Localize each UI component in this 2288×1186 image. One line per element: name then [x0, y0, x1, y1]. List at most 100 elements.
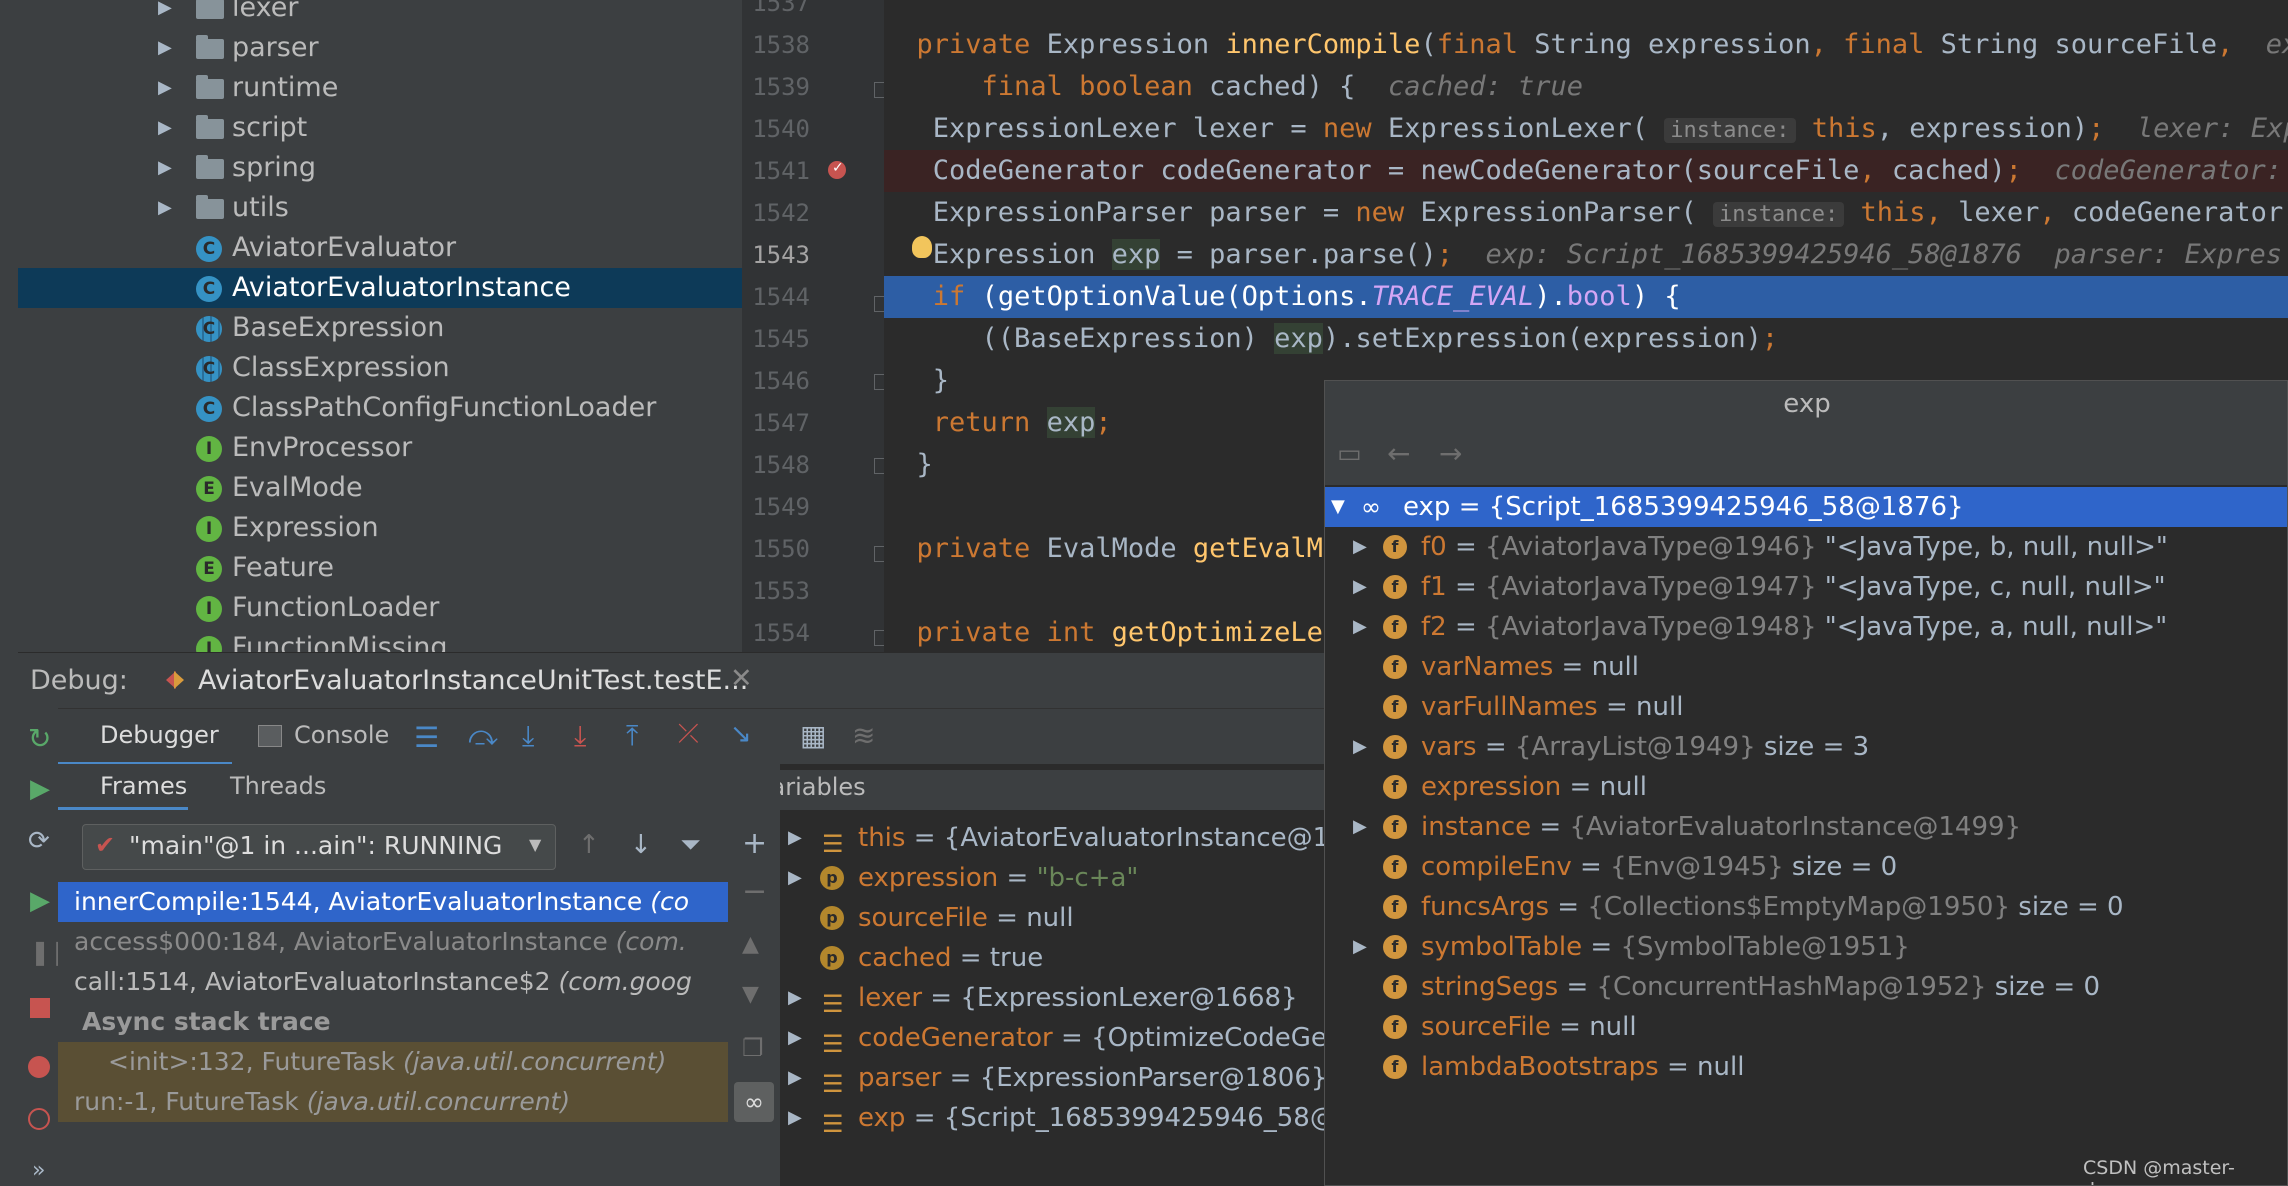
tree-item[interactable]: ▶ spring	[18, 148, 742, 188]
resume-program-icon[interactable]: ▶	[30, 886, 50, 916]
popup-field-row[interactable]: f funcsArgs = {Collections$EmptyMap@1950}…	[1325, 887, 2287, 927]
tree-item[interactable]: I Expression	[18, 508, 742, 548]
expand-arrow-icon[interactable]: ▶	[788, 1018, 802, 1058]
variable-row[interactable]: ▶ p expression = "b-c+a"	[780, 858, 1324, 898]
tree-item[interactable]: C BaseExpression	[18, 308, 742, 348]
add-watch-icon[interactable]: +	[742, 826, 767, 861]
tree-item[interactable]: I EnvProcessor	[18, 428, 742, 468]
tree-item[interactable]: E EvalMode	[18, 468, 742, 508]
expand-arrow-icon[interactable]: ▶	[158, 28, 172, 68]
move-down-icon[interactable]: ▼	[742, 982, 759, 1007]
variable-row[interactable]: ▶☰codeGenerator = {OptimizeCodeGene	[780, 1018, 1324, 1058]
drop-frame-icon[interactable]: ⤫	[678, 719, 699, 750]
filter-icon[interactable]: ⏷	[680, 830, 701, 861]
popup-field-row[interactable]: ▶ f f2 = {AviatorJavaType@1948} "<JavaType…	[1325, 607, 2287, 647]
expand-arrow-icon[interactable]: ▶	[1353, 727, 1367, 767]
tree-item[interactable]: ▶ utils	[18, 188, 742, 228]
popup-field-row[interactable]: ▶ f f1 = {AviatorJavaType@1947} "<JavaType…	[1325, 567, 2287, 607]
mute-breakpoints-icon[interactable]	[28, 1108, 50, 1130]
popup-field-row[interactable]: f stringSegs = {ConcurrentHashMap@1952} s…	[1325, 967, 2287, 1007]
back-arrow-icon[interactable]: ←	[1387, 437, 1410, 470]
popup-field-row[interactable]: f varNames = null	[1325, 647, 2287, 687]
step-into-icon[interactable]: ⤓	[522, 719, 534, 753]
layout-menu-icon[interactable]: ☰	[414, 721, 439, 754]
popup-field-row[interactable]: ▶ f instance = {AviatorEvaluatorInstance@1…	[1325, 807, 2287, 847]
tree-item[interactable]: C ClassPathConfigFunctionLoader	[18, 388, 742, 428]
thread-selector[interactable]: ✔ "main"@1 in ...ain": RUNNING ▼	[82, 824, 556, 870]
frame-row[interactable]: call:1514, AviatorEvaluatorInstance$2 (c…	[58, 962, 728, 1002]
editor-gutter[interactable]: 1537 1538 1539 1540 1541 1542 1543 1544 1545 1546…	[742, 0, 890, 652]
tree-item[interactable]: C AviatorEvaluator	[18, 228, 742, 268]
expand-arrow-icon[interactable]: ▶	[788, 1058, 802, 1098]
variable-row[interactable]: ▶ ☰ lexer = {ExpressionLexer@1668}	[780, 978, 1324, 1018]
close-tab-icon[interactable]: ✕	[730, 663, 753, 694]
run-to-cursor-icon[interactable]: ↘	[730, 719, 752, 749]
variable-row[interactable]: ▶ ☰ this = {AviatorEvaluatorInstance@149	[780, 818, 1324, 858]
popup-field-row[interactable]: f expression = null	[1325, 767, 2287, 807]
variable-row[interactable]: p cached = true	[780, 938, 1324, 978]
rerun-icon[interactable]: ↻	[28, 722, 51, 755]
tree-item[interactable]: C AviatorEvaluatorInstance	[18, 268, 742, 308]
view-breakpoints-icon[interactable]	[28, 1056, 50, 1078]
inspect-popup[interactable]: exp ▭ ← → ▼ ∞ exp = {Script_168539942594…	[1324, 380, 2288, 1186]
expand-arrow-icon[interactable]: ▶	[158, 68, 172, 108]
frame-row[interactable]: run:-1, FutureTask (java.util.concurrent…	[58, 1082, 728, 1122]
trace-icon[interactable]: ≋	[852, 719, 875, 752]
resume-debug-icon[interactable]: ▶	[30, 774, 50, 804]
popup-field-row[interactable]: ▶ f symbolTable = {SymbolTable@1951}	[1325, 927, 2287, 967]
tab-debugger[interactable]: Debugger	[58, 709, 232, 765]
next-frame-icon[interactable]: ↓	[630, 830, 652, 860]
tab-frames[interactable]: Frames	[58, 764, 188, 810]
remove-watch-icon[interactable]: −	[742, 874, 767, 909]
variable-row[interactable]: ▶ ☰ parser = {ExpressionParser@1806}	[780, 1058, 1324, 1098]
previous-frame-icon[interactable]: ↑	[578, 830, 600, 860]
forward-arrow-icon[interactable]: →	[1439, 437, 1462, 470]
expand-arrow-icon[interactable]: ▶	[788, 818, 802, 858]
expand-arrow-icon[interactable]: ▶	[158, 148, 172, 188]
popup-field-row[interactable]: f varFullNames = null	[1325, 687, 2287, 727]
expand-arrow-icon[interactable]: ▶	[788, 978, 802, 1018]
expand-arrow-icon[interactable]: ▶	[1353, 607, 1367, 647]
variable-row[interactable]: p sourceFile = null	[780, 898, 1324, 938]
move-up-icon[interactable]: ▲	[742, 932, 759, 957]
left-tool-strip[interactable]	[0, 0, 19, 1186]
restore-layout-icon[interactable]: ⟳	[28, 826, 50, 856]
popup-field-row[interactable]: ▶ f f0 = {AviatorJavaType@1946} "<JavaType…	[1325, 527, 2287, 567]
force-step-into-icon[interactable]: ⤓	[574, 719, 586, 753]
lightbulb-icon[interactable]	[912, 236, 932, 258]
popup-field-row[interactable]: ▶ f vars = {ArrayList@1949} size = 3	[1325, 727, 2287, 767]
tab-console[interactable]: Console	[258, 709, 398, 765]
expand-arrow-icon[interactable]: ▶	[1353, 807, 1367, 847]
tree-item[interactable]: ▶ runtime	[18, 68, 742, 108]
tree-item[interactable]: ▶ lexer	[18, 0, 742, 28]
popup-root-row[interactable]: ▼ ∞ exp = {Script_1685399425946_58@1876}	[1325, 487, 2287, 527]
tree-item[interactable]: I FunctionMissing	[18, 628, 742, 652]
expand-arrow-icon[interactable]: ▶	[158, 0, 172, 28]
expand-arrow-icon[interactable]: ▶	[788, 1098, 802, 1138]
stop-icon[interactable]	[30, 998, 50, 1018]
show-watches-icon[interactable]: ∞	[734, 1082, 774, 1122]
tree-item[interactable]: E Feature	[18, 548, 742, 588]
frame-row[interactable]: access$000:184, AviatorEvaluatorInstance…	[58, 922, 728, 962]
step-out-icon[interactable]: ⤒	[626, 719, 638, 753]
popup-field-row[interactable]: f compileEnv = {Env@1945} size = 0	[1325, 847, 2287, 887]
folder-icon[interactable]: ▭	[1337, 439, 1362, 469]
async-frame-row[interactable]: <init>:132, FutureTask (java.util.concur…	[58, 1042, 728, 1082]
tree-item[interactable]: ▶ parser	[18, 28, 742, 68]
debug-session-tab[interactable]: AviatorEvaluatorInstanceUnitTest.testE..…	[198, 665, 748, 696]
expand-arrow-icon[interactable]: ▶	[788, 858, 802, 898]
popup-field-row[interactable]: f lambdaBootstraps = null	[1325, 1047, 2287, 1087]
variable-row[interactable]: ▶ ☰ exp = {Script_1685399425946_58@1	[780, 1098, 1324, 1138]
tree-item[interactable]: I FunctionLoader	[18, 588, 742, 628]
expand-arrow-icon[interactable]: ▶	[1353, 927, 1367, 967]
frame-row[interactable]: innerCompile:1544, AviatorEvaluatorInsta…	[58, 882, 728, 922]
copy-icon[interactable]: ❐	[742, 1034, 764, 1062]
evaluate-expression-icon[interactable]: ▦	[800, 719, 826, 752]
popup-field-row[interactable]: f sourceFile = null	[1325, 1007, 2287, 1047]
expand-arrow-icon[interactable]: ▶	[158, 108, 172, 148]
tree-item[interactable]: ▶ script	[18, 108, 742, 148]
step-over-icon[interactable]: ⤼	[468, 719, 498, 753]
tab-threads[interactable]: Threads	[230, 772, 326, 800]
tree-item[interactable]: C ClassExpression	[18, 348, 742, 388]
expand-arrow-icon[interactable]: ▶	[1353, 527, 1367, 567]
